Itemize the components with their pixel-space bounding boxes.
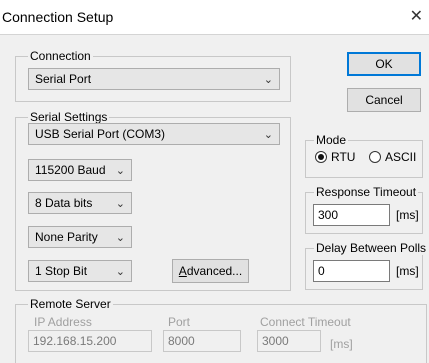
connect-timeout-input[interactable]: 3000: [257, 330, 321, 352]
title-bar: Connection Setup ✕: [0, 0, 429, 35]
stop-bits-select[interactable]: 1 Stop Bit ⌄: [28, 260, 132, 282]
close-icon[interactable]: ✕: [410, 6, 423, 26]
serial-port-select[interactable]: USB Serial Port (COM3) ⌄: [28, 123, 280, 145]
connection-legend: Connection: [28, 49, 93, 63]
chevron-down-icon: ⌄: [263, 74, 273, 86]
response-timeout-legend: Response Timeout: [314, 185, 419, 199]
port-label: Port: [168, 315, 191, 329]
ascii-label: ASCII: [385, 150, 417, 164]
stop-bits-value: 1 Stop Bit: [35, 264, 88, 278]
response-timeout-unit: [ms]: [396, 208, 419, 222]
window-title: Connection Setup: [2, 9, 114, 25]
ascii-radio[interactable]: [369, 151, 381, 163]
connection-type-value: Serial Port: [35, 72, 92, 86]
baud-rate-value: 115200 Baud: [35, 163, 106, 177]
parity-value: None Parity: [35, 230, 98, 244]
baud-rate-select[interactable]: 115200 Baud ⌄: [28, 159, 132, 181]
cancel-button[interactable]: Cancel: [347, 88, 421, 112]
serial-port-value: USB Serial Port (COM3): [35, 127, 166, 141]
ip-address-input[interactable]: 192.168.15.200: [28, 330, 152, 352]
chevron-down-icon: ⌄: [115, 198, 125, 210]
data-bits-value: 8 Data bits: [35, 196, 93, 210]
mode-legend: Mode: [314, 133, 349, 147]
connect-timeout-unit: [ms]: [330, 337, 353, 351]
remote-server-legend: Remote Server: [28, 297, 113, 311]
connection-type-select[interactable]: Serial Port ⌄: [28, 68, 280, 90]
advanced-label-rest: dvanced...: [186, 264, 243, 278]
port-input[interactable]: 8000: [163, 330, 241, 352]
ok-button[interactable]: OK: [347, 52, 421, 76]
data-bits-select[interactable]: 8 Data bits ⌄: [28, 192, 132, 214]
delay-between-polls-unit: [ms]: [396, 264, 419, 278]
serial-settings-legend: Serial Settings: [28, 110, 110, 124]
rtu-radio[interactable]: [315, 151, 327, 163]
delay-between-polls-input[interactable]: 0: [313, 260, 390, 282]
parity-select[interactable]: None Parity ⌄: [28, 226, 132, 248]
chevron-down-icon: ⌄: [115, 232, 125, 244]
advanced-mnemonic: A: [178, 264, 187, 278]
delay-between-polls-legend: Delay Between Polls: [314, 241, 429, 255]
connect-timeout-label: Connect Timeout: [260, 315, 351, 329]
chevron-down-icon: ⌄: [115, 165, 125, 177]
ip-address-label: IP Address: [34, 315, 92, 329]
chevron-down-icon: ⌄: [115, 266, 125, 278]
response-timeout-input[interactable]: 300: [313, 204, 390, 226]
advanced-button[interactable]: Advanced...: [172, 259, 249, 283]
chevron-down-icon: ⌄: [263, 129, 273, 141]
rtu-label: RTU: [331, 150, 356, 164]
